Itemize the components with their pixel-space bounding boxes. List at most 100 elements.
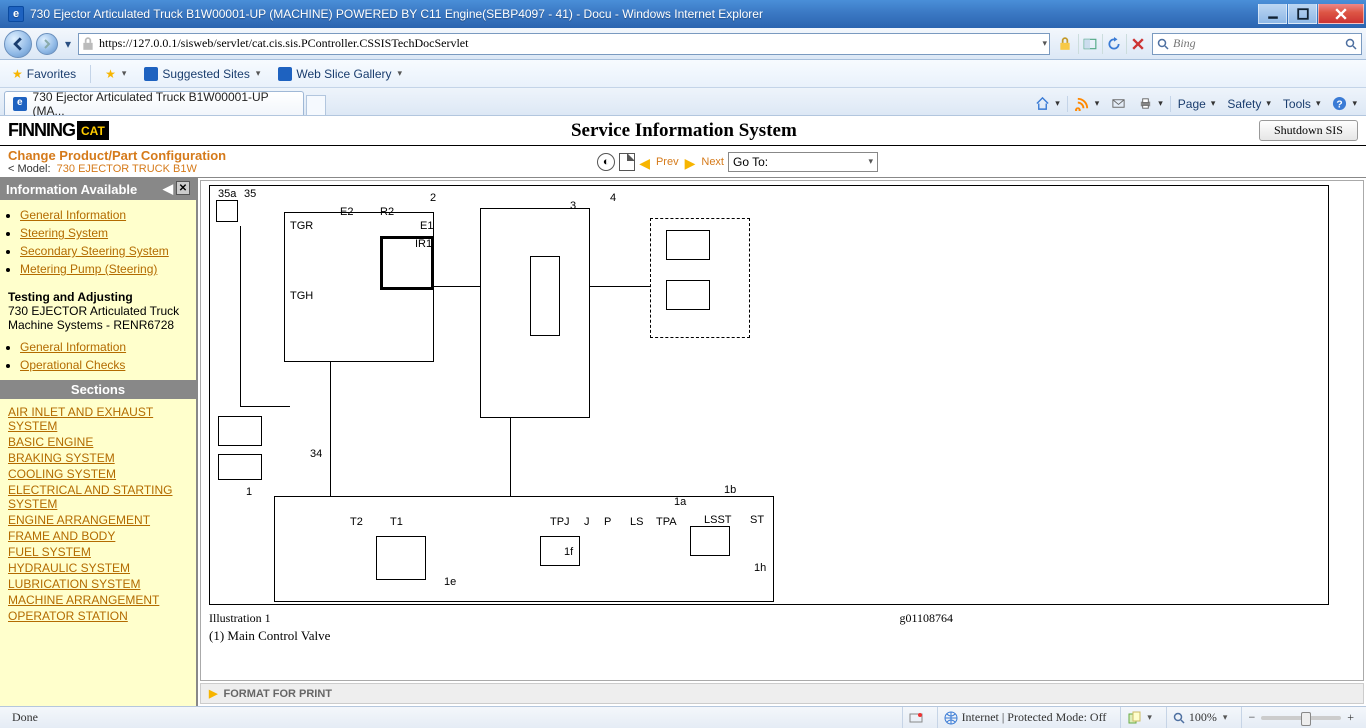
- close-button[interactable]: [1318, 4, 1364, 24]
- web-slice-label: Web Slice Gallery: [296, 67, 391, 81]
- sections-header: Sections: [0, 380, 196, 399]
- section-link[interactable]: HYDRAULIC SYSTEM: [8, 561, 188, 575]
- ie-icon: [8, 6, 24, 22]
- diagram-label: 35: [244, 188, 256, 200]
- window-titlebar: 730 Ejector Articulated Truck B1W00001-U…: [0, 0, 1366, 28]
- history-dropdown[interactable]: ▾: [62, 31, 74, 57]
- zoom-out-icon[interactable]: −: [1248, 710, 1255, 725]
- web-slice-link[interactable]: Web Slice Gallery ▾: [272, 65, 408, 83]
- section-link[interactable]: BRAKING SYSTEM: [8, 451, 188, 465]
- sis-header: FINNING CAT Service Information System S…: [0, 116, 1366, 146]
- collapse-icon[interactable]: ◀: [163, 181, 173, 197]
- section-link[interactable]: OPERATOR STATION: [8, 609, 188, 623]
- illustration-code: g01108764: [899, 611, 953, 626]
- search-go-icon[interactable]: [1345, 38, 1357, 50]
- prev-label[interactable]: Prev: [656, 156, 679, 168]
- safety-menu[interactable]: Safety▾: [1222, 95, 1276, 113]
- caption: (1) Main Control Valve: [201, 628, 1363, 648]
- print-button[interactable]: ▾: [1133, 94, 1168, 113]
- zoom-track[interactable]: [1261, 716, 1341, 720]
- prev-icon[interactable]: ◀: [639, 158, 650, 168]
- stop-button[interactable]: [1126, 34, 1148, 54]
- section-link[interactable]: COOLING SYSTEM: [8, 467, 188, 481]
- content-scroll[interactable]: 35a 35 2 3 4 TGR E2 R2 E1 IR1 TGH 34 1 T…: [200, 180, 1364, 681]
- section-link[interactable]: MACHINE ARRANGEMENT: [8, 593, 188, 607]
- section-link[interactable]: LUBRICATION SYSTEM: [8, 577, 188, 591]
- home-button[interactable]: ▾: [1030, 94, 1065, 113]
- sidebar-item: Operational Checks: [20, 358, 196, 372]
- new-tab-button[interactable]: [306, 95, 326, 115]
- lock-icon: [81, 37, 95, 51]
- security-report-icon[interactable]: [1054, 34, 1076, 54]
- status-popup-icon[interactable]: [902, 707, 929, 728]
- ie-icon: [278, 67, 292, 81]
- section-link[interactable]: AIR INLET AND EXHAUST SYSTEM: [8, 405, 188, 433]
- compat-view-icon[interactable]: [1078, 34, 1100, 54]
- address-input[interactable]: [99, 36, 1036, 51]
- next-icon[interactable]: ▶: [685, 158, 696, 168]
- forward-button[interactable]: [36, 33, 58, 55]
- sidebar-subheading: Testing and Adjusting: [0, 284, 196, 304]
- refresh-button[interactable]: [1102, 34, 1124, 54]
- sis-title: Service Information System: [571, 120, 797, 142]
- diagram-label: 1: [246, 486, 252, 498]
- close-panel-icon[interactable]: ✕: [176, 181, 190, 195]
- section-link[interactable]: ELECTRICAL AND STARTING SYSTEM: [8, 483, 188, 511]
- zoom-in-icon[interactable]: +: [1347, 710, 1354, 725]
- diagram-label: 2: [430, 192, 436, 204]
- maximize-button[interactable]: [1288, 4, 1317, 24]
- document-icon[interactable]: [619, 153, 635, 171]
- section-link[interactable]: FRAME AND BODY: [8, 529, 188, 543]
- read-mail-button[interactable]: [1106, 94, 1131, 113]
- diagram-label: 4: [610, 192, 616, 204]
- back-button[interactable]: [4, 30, 32, 58]
- sidebar-item: Secondary Steering System: [20, 244, 196, 258]
- sidebar-scroll[interactable]: General Information Steering System Seco…: [0, 200, 196, 706]
- star-add-icon: ★: [105, 67, 116, 81]
- change-config-link[interactable]: Change Product/Part Configuration: [8, 148, 226, 163]
- section-link[interactable]: FUEL SYSTEM: [8, 545, 188, 559]
- favorites-add-button[interactable]: ★▾: [99, 65, 132, 83]
- help-menu[interactable]: ?▾: [1327, 94, 1362, 113]
- address-field-container: ▾: [78, 33, 1050, 55]
- tab-row: 730 Ejector Articulated Truck B1W00001-U…: [0, 88, 1366, 116]
- ie-icon: [13, 97, 27, 111]
- ie-icon: [144, 67, 158, 81]
- next-label[interactable]: Next: [701, 156, 724, 168]
- section-link[interactable]: BASIC ENGINE: [8, 435, 188, 449]
- diagram-label: 35a: [218, 188, 236, 200]
- model-value: 730 EJECTOR TRUCK B1W: [57, 163, 197, 175]
- favorites-button[interactable]: ★ Favorites: [6, 65, 82, 83]
- shutdown-button[interactable]: Shutdown SIS: [1259, 120, 1358, 141]
- sidebar-item: Metering Pump (Steering): [20, 262, 196, 276]
- suggested-sites-link[interactable]: Suggested Sites ▾: [138, 65, 266, 83]
- section-link[interactable]: ENGINE ARRANGEMENT: [8, 513, 188, 527]
- schematic-diagram: 35a 35 2 3 4 TGR E2 R2 E1 IR1 TGH 34 1 T…: [209, 185, 1329, 605]
- address-bar-row: ▾ ▾: [0, 28, 1366, 60]
- feeds-button[interactable]: ▾: [1070, 94, 1105, 113]
- zoom-control[interactable]: 100% ▾: [1166, 707, 1234, 728]
- minimize-button[interactable]: [1258, 4, 1287, 24]
- status-mode-icon[interactable]: ▾: [1120, 707, 1158, 728]
- search-field-container: [1152, 33, 1362, 55]
- goto-dropdown[interactable]: Go To: ▾: [728, 152, 878, 172]
- search-input[interactable]: [1173, 36, 1341, 51]
- logo-cat-badge: CAT: [77, 121, 109, 140]
- globe-icon[interactable]: ◐: [597, 153, 615, 171]
- tools-menu[interactable]: Tools▾: [1278, 95, 1326, 113]
- format-for-print[interactable]: ▶ FORMAT FOR PRINT: [200, 683, 1364, 704]
- sidebar: Information Available ◀ ✕ General Inform…: [0, 178, 198, 706]
- svg-text:?: ?: [1337, 99, 1343, 110]
- page-menu[interactable]: Page▾: [1173, 95, 1221, 113]
- illustration-row: Illustration 1 g01108764: [201, 609, 961, 628]
- command-bar: ▾ ▾ ▾ Page▾ Safety▾ Tools▾ ?▾: [1030, 94, 1362, 115]
- favorites-label: Favorites: [27, 67, 76, 81]
- globe-icon: [944, 711, 958, 725]
- tab-active[interactable]: 730 Ejector Articulated Truck B1W00001-U…: [4, 91, 304, 115]
- tab-title: 730 Ejector Articulated Truck B1W00001-U…: [33, 90, 295, 118]
- zoom-slider[interactable]: − +: [1241, 707, 1360, 728]
- model-back-icon[interactable]: <: [8, 163, 14, 175]
- status-zone[interactable]: Internet | Protected Mode: Off: [937, 707, 1113, 728]
- search-provider-icon[interactable]: [1157, 38, 1169, 50]
- address-dropdown[interactable]: ▾: [1042, 38, 1047, 49]
